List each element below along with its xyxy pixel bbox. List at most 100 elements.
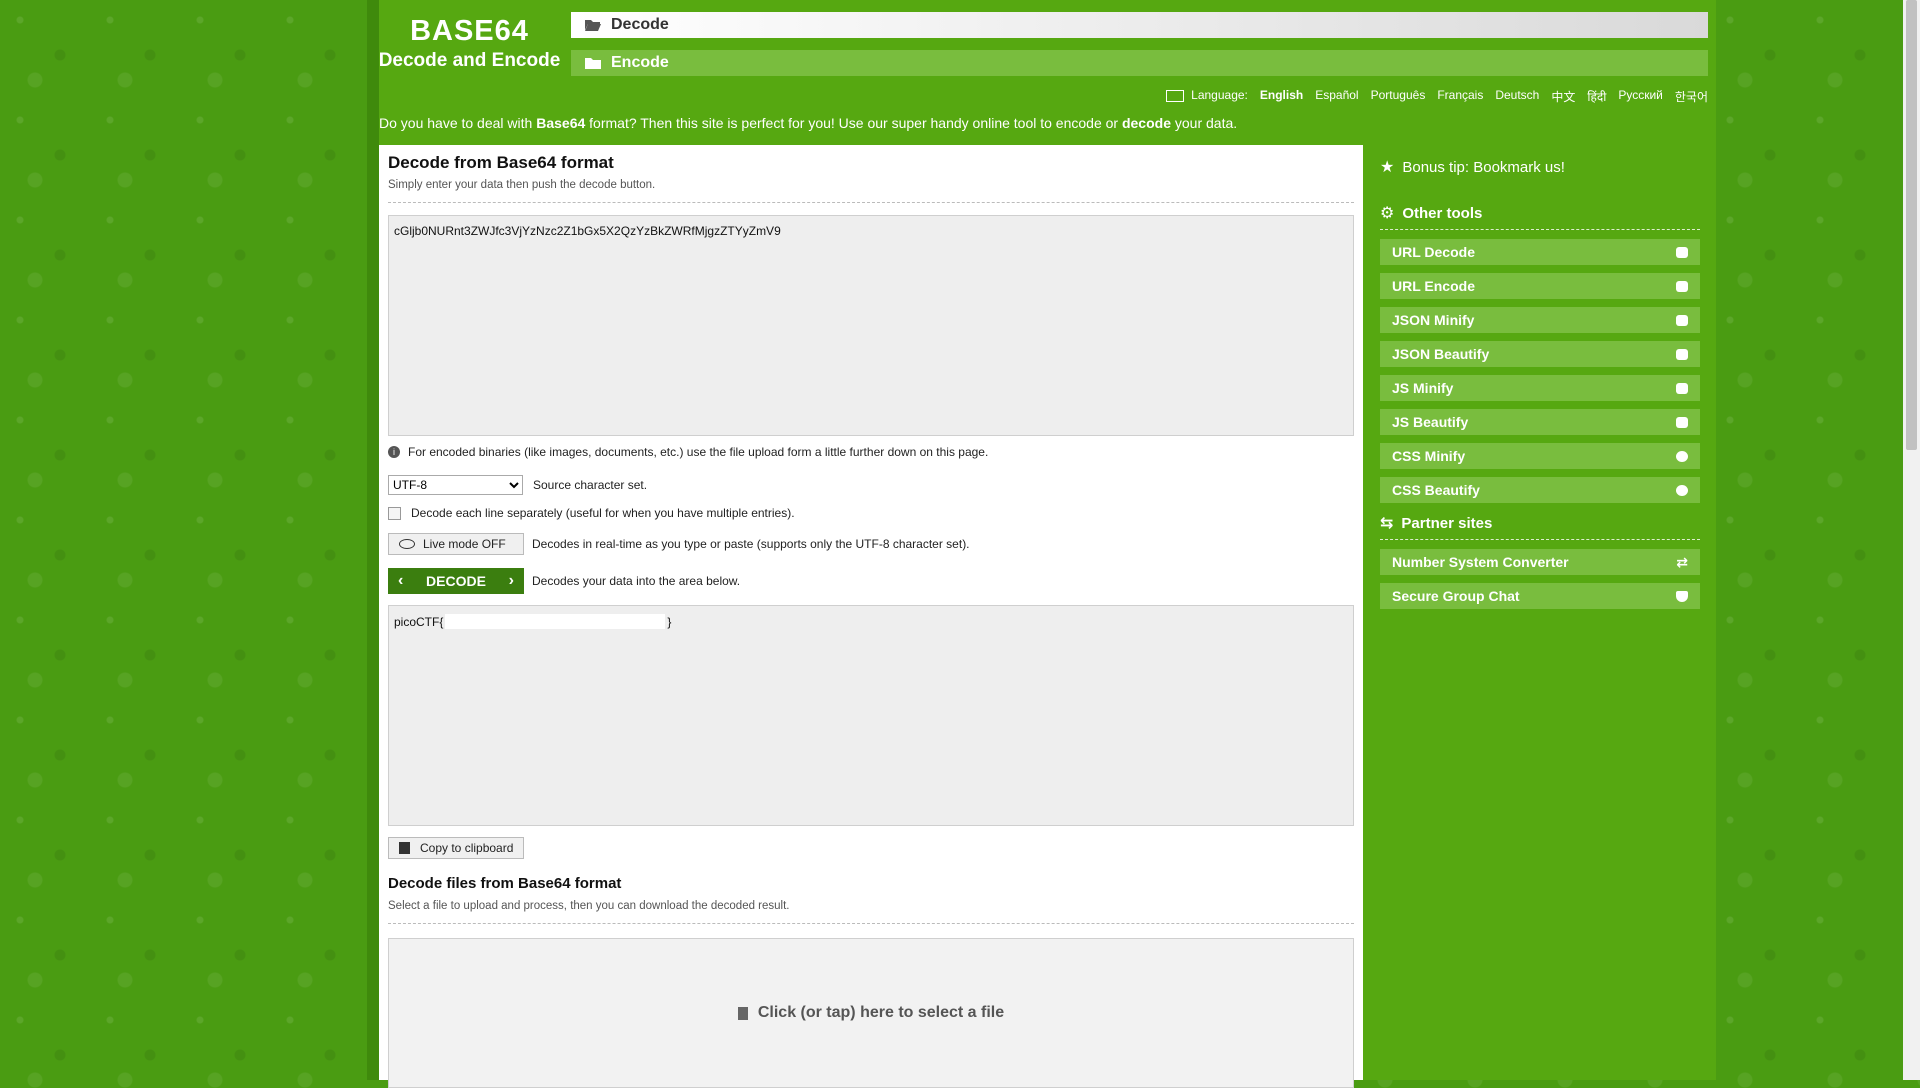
language-icon [1166,89,1185,102]
copy-to-clipboard-button[interactable]: Copy to clipboard [388,837,525,859]
hand-fist-icon [1676,382,1688,394]
tool-label: CSS Beautify [1392,482,1480,498]
info-icon: i [388,446,400,458]
tool-label: URL Encode [1392,278,1475,294]
file-code-icon [1676,348,1688,360]
partner-label: Number System Converter [1392,554,1569,570]
eye-icon [399,539,415,549]
charset-row: UTF-8 Source character set. [388,475,647,495]
chevron-left-icon: ‹ [398,572,404,589]
divider [1380,539,1700,540]
language-label-wrap: Language: [1166,88,1248,105]
divider [388,202,1354,203]
page-title: Decode from Base64 format [388,153,614,172]
folder-open-icon [585,20,601,31]
base64-input[interactable]: cGljb0NURnt3ZWJfc3VjYzNzc2Z1bGx5X2QzYzBk… [388,215,1354,436]
language-russian[interactable]: Русский [1618,88,1663,105]
intro-part-1: Do you have to deal with [379,115,537,131]
partner-sites-title: Partner sites [1401,514,1493,532]
tool-label: URL Decode [1392,244,1475,260]
exchange-icon: ⇄ [1676,553,1688,570]
partner-label: Secure Group Chat [1392,588,1520,604]
language-portugues[interactable]: Português [1371,88,1426,105]
copy-button-label: Copy to clipboard [420,841,514,855]
site-logo[interactable]: BASE64 Decode and Encode [378,14,561,74]
gear-icon: ⚙ [1380,205,1395,222]
tool-label: CSS Minify [1392,448,1466,464]
decoded-output-line: picoCTF{} [394,614,1348,629]
page-subtitle: Simply enter your data then push the dec… [388,179,656,191]
tab-decode[interactable]: Decode [571,12,1708,38]
tool-js-minify[interactable]: JS Minify [1380,375,1700,401]
output-prefix: picoCTF{ [394,614,444,629]
main-panel: Decode from Base64 format Simply enter y… [379,145,1363,1088]
intro-text: Do you have to deal with Base64 format? … [379,115,1237,131]
tab-encode[interactable]: Encode [571,50,1708,76]
live-mode-row: Live mode OFF Decodes in real-time as yo… [388,533,970,555]
bonus-tip-label: Bonus tip: Bookmark us! [1402,158,1565,176]
each-line-checkbox[interactable] [388,506,401,520]
language-chinese[interactable]: 中文 [1551,88,1575,105]
files-section-subtitle: Select a file to upload and process, the… [388,900,790,912]
language-hindi[interactable]: हिंदी [1587,88,1606,105]
logo-title: BASE64 [410,15,529,47]
folder-icon [585,58,601,69]
language-label: Language: [1191,88,1248,102]
tool-json-minify[interactable]: JSON Minify [1380,307,1700,333]
language-espanol[interactable]: Español [1315,88,1358,105]
binary-note-row: i For encoded binaries (like images, doc… [388,445,988,459]
tool-css-minify[interactable]: CSS Minify [1380,443,1700,469]
bonus-tip[interactable]: ★ Bonus tip: Bookmark us! [1380,157,1565,177]
clipboard-icon [399,842,410,854]
tool-js-beautify[interactable]: JS Beautify [1380,409,1700,435]
tool-label: JSON Beautify [1392,346,1490,362]
live-mode-button[interactable]: Live mode OFF [388,533,524,555]
tool-css-beautify[interactable]: CSS Beautify [1380,477,1700,503]
decode-desc: Decodes your data into the area below. [532,574,741,588]
shield-icon [1676,590,1688,602]
charset-label: Source character set. [533,478,648,492]
live-mode-label: Live mode OFF [423,537,506,551]
decoded-output[interactable]: picoCTF{} [388,605,1354,826]
divider [1380,229,1700,230]
envelope-icon [1676,280,1688,292]
intro-part-3: your data. [1170,115,1238,131]
tool-url-encode[interactable]: URL Encode [1380,273,1700,299]
intro-bold-1: Base64 [536,115,586,131]
redacted-area [445,614,666,629]
smile-icon [1676,484,1688,496]
face-icon [1676,450,1688,462]
file-upload-area[interactable]: Click (or tap) here to select a file [388,938,1354,1088]
language-bar: Language: English Español Português Fran… [1150,88,1708,105]
copy-row: Copy to clipboard [388,837,532,859]
other-tools-heading: ⚙ Other tools [1380,203,1700,223]
language-deutsch[interactable]: Deutsch [1495,88,1539,105]
chevron-right-icon: › [508,572,514,589]
scrollbar-thumb[interactable] [1906,0,1917,450]
file-code-icon [1676,314,1688,326]
tool-json-beautify[interactable]: JSON Beautify [1380,341,1700,367]
decode-button[interactable]: ‹ DECODE › [388,568,524,594]
partner-number-system-converter[interactable]: Number System Converter ⇄ [1380,549,1700,575]
shuffle-icon: ⇆ [1380,515,1394,532]
language-francais[interactable]: Français [1437,88,1483,105]
files-section-title: Decode files from Base64 format [388,875,622,892]
tab-encode-label: Encode [611,54,669,71]
tool-url-decode[interactable]: URL Decode [1380,239,1700,265]
charset-select[interactable]: UTF-8 [388,475,523,495]
partner-sites-heading: ⇆ Partner sites [1380,513,1700,533]
each-line-row: Decode each line separately (useful for … [388,506,795,520]
decode-button-label: DECODE [426,573,486,589]
intro-bold-2: decode [1121,115,1171,131]
tool-label: JSON Minify [1392,312,1475,328]
live-mode-desc: Decodes in real-time as you type or past… [532,537,970,551]
partner-secure-group-chat[interactable]: Secure Group Chat [1380,583,1700,609]
language-korean[interactable]: 한국어 [1675,88,1708,105]
output-suffix: } [667,614,672,629]
upload-label: Click (or tap) here to select a file [757,1004,1005,1021]
divider [388,923,1354,924]
tab-decode-label: Decode [611,16,669,33]
logo-subtitle: Decode and Encode [378,50,561,71]
language-english[interactable]: English [1260,88,1303,105]
file-icon [737,1006,748,1020]
